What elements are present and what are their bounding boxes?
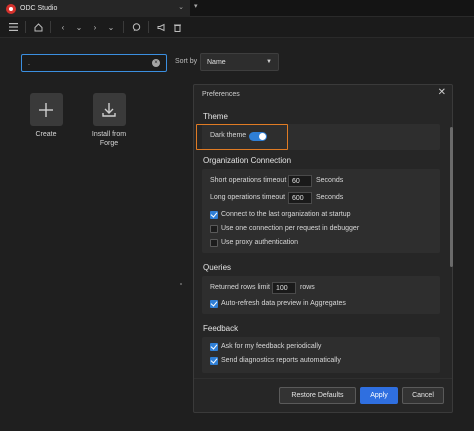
toolbar-divider [25,21,26,33]
close-icon[interactable]: ✕ [438,87,446,98]
chat-icon[interactable] [129,20,143,34]
long-timeout-label: Long operations timeout [210,194,286,201]
clear-icon[interactable]: × [152,59,160,67]
app-tab[interactable]: ODC Studio ⌄ [0,0,190,17]
send-diagnostics-checkbox[interactable] [210,357,218,365]
home-icon[interactable] [31,20,45,34]
sort-label: Sort by [175,58,198,65]
back-icon[interactable]: ‹ [56,20,70,34]
install-from-forge-tile[interactable]: Install from Forge [84,93,134,148]
rows-limit-label: Returned rows limit [210,284,270,291]
create-label: Create [35,131,57,138]
sort-select-value: Name [207,58,226,66]
preferences-dialog: Preferences ✕ Theme Dark theme Organizat… [193,84,453,413]
ask-feedback-checkbox[interactable] [210,343,218,351]
plus-icon[interactable] [29,93,63,126]
title-bar: ODC Studio ⌄ ▾ [0,0,474,17]
auto-refresh-checkbox[interactable] [210,300,218,308]
feedback-heading: Feedback [203,324,239,333]
sort-select[interactable]: Name ▼ [200,53,279,71]
back-history-icon[interactable]: ⌄ [72,20,86,34]
install-label-line1: Install from [91,131,127,138]
proxy-auth-checkbox[interactable] [210,239,218,247]
install-label-line2: Forge [99,140,119,147]
org-connection-heading: Organization Connection [203,156,292,165]
chevron-down-icon: ▼ [266,59,272,65]
cancel-button[interactable]: Cancel [402,387,444,404]
announcement-icon[interactable] [154,20,168,34]
search-input-value[interactable]: . [28,60,152,67]
rows-limit-input[interactable]: 100 [272,282,296,294]
forward-icon[interactable]: › [88,20,102,34]
cursor-mark [180,283,182,285]
scrollbar[interactable] [450,127,453,267]
toolbar: ‹ ⌄ › ⌄ [0,17,474,38]
toolbar-divider [123,21,124,33]
connect-last-org-label: Connect to the last organization at star… [221,211,351,218]
ask-feedback-label: Ask for my feedback periodically [221,343,322,350]
toolbar-divider [148,21,149,33]
trash-icon[interactable] [170,20,184,34]
dialog-title: Preferences [202,91,240,98]
queries-panel [202,276,440,314]
one-connection-checkbox[interactable] [210,225,218,233]
connect-last-org-checkbox[interactable] [210,211,218,219]
apply-button[interactable]: Apply [360,387,398,404]
footer-divider [194,378,452,379]
dark-theme-toggle[interactable] [249,132,267,141]
app-title: ODC Studio [20,5,58,12]
install-from-forge-label: Install from Forge [84,130,134,148]
menu-icon[interactable] [6,20,20,34]
toolbar-divider [50,21,51,33]
short-timeout-unit: Seconds [316,177,344,184]
search-input[interactable]: . × [21,54,167,72]
dark-theme-label: Dark theme [210,132,247,139]
long-timeout-unit: Seconds [316,194,344,201]
proxy-auth-label: Use proxy authentication [221,239,299,246]
short-timeout-input[interactable]: 60 [288,175,312,187]
theme-heading: Theme [203,112,228,121]
create-tile[interactable]: Create [29,93,63,139]
restore-defaults-button[interactable]: Restore Defaults [279,387,356,404]
download-icon[interactable] [92,93,126,126]
short-timeout-label: Short operations timeout [210,177,287,184]
odc-logo-icon [6,3,16,14]
one-connection-label: Use one connection per request in debugg… [221,225,360,232]
auto-refresh-label: Auto-refresh data preview in Aggregates [221,300,346,307]
dropdown-icon[interactable]: ▾ [194,2,198,10]
forward-history-icon[interactable]: ⌄ [104,20,118,34]
rows-limit-unit: rows [300,284,315,291]
tab-chevron-down-icon[interactable]: ⌄ [178,3,184,11]
long-timeout-input[interactable]: 600 [288,192,312,204]
queries-heading: Queries [203,263,232,272]
send-diagnostics-label: Send diagnostics reports automatically [221,357,341,364]
